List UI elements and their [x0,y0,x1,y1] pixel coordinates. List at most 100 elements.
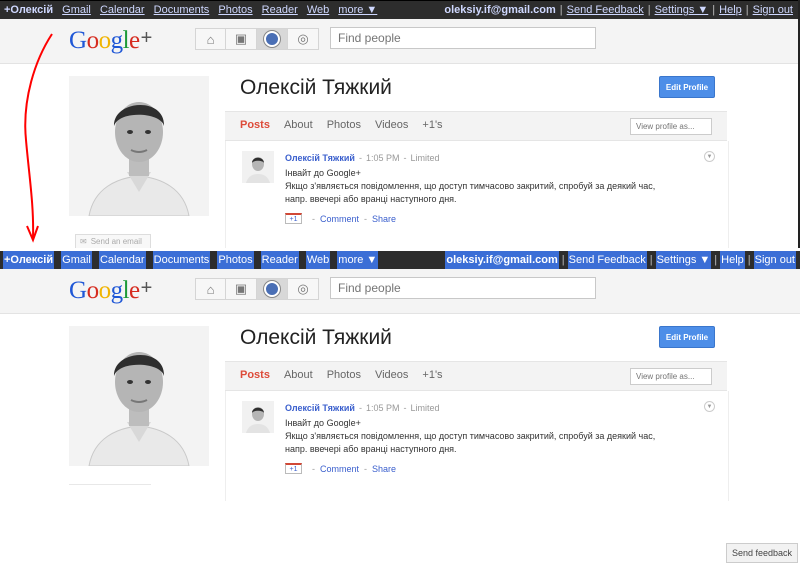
home-icon[interactable]: ⌂ [195,28,226,50]
send-email-button[interactable]: ✉ Send an email [75,234,151,248]
profile-name: Олексій Тяжкий [240,76,392,99]
gbar-settings[interactable]: Settings ▼ [655,251,712,269]
comment-link[interactable]: Comment [320,464,359,474]
gbar-sign-out[interactable]: Sign out [752,1,794,19]
gbar-item-more[interactable]: more ▼ [337,251,379,269]
header: Google+ ⌂ ▣ ◎ [0,19,798,64]
gbar-item-photos[interactable]: Photos [217,251,254,269]
gbar-item-reader[interactable]: Reader [260,251,299,269]
profile-icon[interactable] [257,28,288,50]
post-card: Олексій Тяжкий -1:05 PM - Limited ▼ Інвайт… [225,391,729,501]
gbar-email[interactable]: oleksiy.if@gmail.com [443,1,556,19]
google-plus-logo[interactable]: Google+ [69,277,152,305]
profile-name: Олексій Тяжкий [240,326,392,349]
gbar-item-web[interactable]: Web [305,251,331,269]
gbar-item-documents[interactable]: Documents [152,251,211,269]
gbar-help[interactable]: Help [718,1,743,19]
gbar-email[interactable]: oleksiy.if@gmail.com [445,251,559,269]
bottom-screenshot-panel: +Олексій Gmail Calendar Documents Photos… [0,251,800,565]
gbar-send-feedback[interactable]: Send Feedback [566,1,645,19]
mail-icon: ✉ [80,237,87,246]
photos-icon[interactable]: ▣ [226,278,257,300]
post-text-line: Якщо з'являється повідомлення, що доступ… [285,181,656,191]
plus-one-button[interactable]: +1 [285,213,302,224]
gbar-settings[interactable]: Settings ▼ [654,1,710,19]
edit-profile-button[interactable]: Edit Profile [659,326,715,348]
post-text-line: напр. ввечері або вранці наступного дня. [285,194,457,204]
tab-posts[interactable]: Posts [240,369,270,381]
post-card: Олексій Тяжкий -1:05 PM - Limited ▼ Інвайт… [225,141,729,248]
gbar-item-reader[interactable]: Reader [261,1,299,19]
tab-videos[interactable]: Videos [375,119,408,131]
tab-videos[interactable]: Videos [375,369,408,381]
circles-icon[interactable]: ◎ [288,28,319,50]
send-email-label: Send an email [90,237,142,246]
post-visibility[interactable]: Limited [411,403,440,413]
profile-tabs-bar: Posts About Photos Videos +1's [225,111,727,141]
post-author[interactable]: Олексій Тяжкий [285,153,355,163]
post-menu-chevron-icon[interactable]: ▼ [704,151,715,162]
meta-sep: - [403,153,407,163]
tab-plus-ones[interactable]: +1's [422,369,442,381]
search-input[interactable] [330,27,596,49]
post-menu-chevron-icon[interactable]: ▼ [704,401,715,412]
gbar-item-gmail[interactable]: Gmail [61,1,92,19]
profile-tabs-bar: Posts About Photos Videos +1's [225,361,727,391]
gbar-item-photos[interactable]: Photos [217,1,253,19]
post-actions: +1 - Comment - Share [285,463,396,474]
post-time[interactable]: 1:05 PM [366,403,400,413]
divider [69,484,151,485]
meta-sep: - [403,403,407,413]
action-sep: - [312,463,315,474]
action-sep: - [364,463,368,474]
action-sep: - [312,213,315,224]
gbar-help[interactable]: Help [720,251,745,269]
post-visibility[interactable]: Limited [411,153,440,163]
circles-icon[interactable]: ◎ [288,278,319,300]
post-text-line: Інвайт до Google+ [285,168,361,178]
gbar-item-web[interactable]: Web [306,1,330,19]
header: Google+ ⌂ ▣ ◎ [0,269,800,314]
gbar-item-me[interactable]: +Олексій [3,1,54,19]
home-icon[interactable]: ⌂ [195,278,226,300]
tab-about[interactable]: About [284,119,313,131]
comment-link[interactable]: Comment [320,214,359,224]
tab-plus-ones[interactable]: +1's [422,119,442,131]
edit-profile-button[interactable]: Edit Profile [659,76,715,98]
profile-icon[interactable] [257,278,288,300]
share-link[interactable]: Share [372,464,396,474]
post-time[interactable]: 1:05 PM [366,153,400,163]
tab-photos[interactable]: Photos [327,119,361,131]
view-profile-as-input[interactable] [630,368,712,385]
gbar-item-calendar[interactable]: Calendar [98,251,146,269]
google-bar: +Олексій Gmail Calendar Documents Photos… [0,251,800,269]
google-plus-logo[interactable]: Google+ [69,27,152,55]
profile-content: Олексій Тяжкий Edit Profile Posts About … [0,314,800,565]
photos-icon[interactable]: ▣ [226,28,257,50]
view-profile-as-input[interactable] [630,118,712,135]
gbar-item-more[interactable]: more ▼ [337,1,378,19]
share-link[interactable]: Share [372,214,396,224]
post-text-line: напр. ввечері або вранці наступного дня. [285,444,457,454]
search-input[interactable] [330,277,596,299]
post-author[interactable]: Олексій Тяжкий [285,403,355,413]
post-meta: -1:05 PM - Limited [359,403,444,413]
gbar-sign-out[interactable]: Sign out [753,251,796,269]
profile-photo [69,326,209,466]
google-bar: +Олексій Gmail Calendar Documents Photos… [0,0,798,19]
gbar-item-documents[interactable]: Documents [153,1,211,19]
nav-icons: ⌂ ▣ ◎ [195,278,319,300]
tab-photos[interactable]: Photos [327,369,361,381]
meta-sep: - [359,153,362,163]
action-sep: - [364,213,368,224]
plus-one-button[interactable]: +1 [285,463,302,474]
gbar-item-gmail[interactable]: Gmail [61,251,92,269]
post-author-avatar[interactable] [242,151,274,183]
gbar-item-calendar[interactable]: Calendar [99,1,146,19]
post-author-avatar[interactable] [242,401,274,433]
tab-posts[interactable]: Posts [240,119,270,131]
tab-about[interactable]: About [284,369,313,381]
gbar-item-me[interactable]: +Олексій [3,251,55,269]
gbar-send-feedback[interactable]: Send Feedback [567,251,647,269]
send-feedback-tab[interactable]: Send feedback [726,543,798,563]
